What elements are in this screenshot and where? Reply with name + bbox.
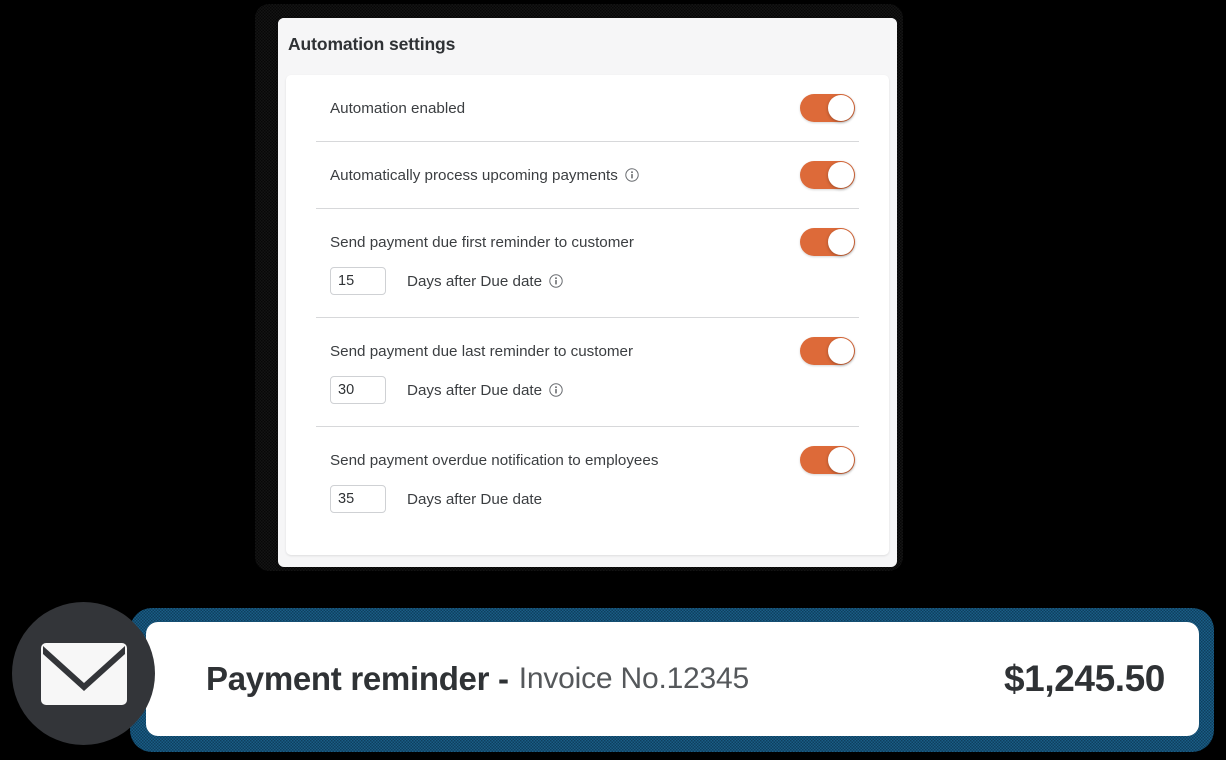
setting-label: Send payment overdue notification to emp… [330,451,659,469]
toggle-knob [828,162,854,188]
info-icon[interactable] [625,168,639,182]
row-main: Send payment overdue notification to emp… [312,427,863,493]
days-label-wrap: Days after Due date [407,273,563,290]
page-title: Automation settings [288,34,456,54]
days-row: Days after Due date [312,267,863,317]
toggle-knob [828,95,854,121]
setting-label-wrap: Automatically process upcoming payments [330,167,639,184]
banner-title: Payment reminder - [206,660,509,697]
setting-row-first-reminder: Send payment due first reminder to custo… [312,209,863,317]
days-row: Days after Due date [312,485,863,535]
info-icon[interactable] [549,383,563,397]
toggle-automation-enabled[interactable] [800,94,855,122]
setting-label: Automation enabled [330,99,466,117]
screenshot-stage: Automation settings Automation enabled A… [0,0,1226,760]
days-input-overdue-notification[interactable] [330,485,386,513]
banner-amount: $1,245.50 [1003,658,1165,699]
days-input-first-reminder[interactable] [330,267,386,295]
setting-label: Send payment due last reminder to custom… [330,342,634,360]
toggle-knob [828,338,854,364]
days-label-wrap: Days after Due date [407,382,563,399]
row-main: Send payment due first reminder to custo… [312,209,863,275]
row-main: Send payment due last reminder to custom… [312,318,863,384]
setting-label: Send payment due first reminder to custo… [330,233,634,251]
info-icon[interactable] [549,274,563,288]
toggle-knob [828,229,854,255]
envelope-icon [40,642,127,705]
days-label: Days after Due date [407,381,543,399]
days-label-wrap: Days after Due date [407,491,542,508]
toggle-last-reminder[interactable] [800,337,855,365]
automation-settings-card: Automation settings Automation enabled A… [278,18,897,567]
settings-panel: Automation enabled Automatically process… [286,75,889,555]
row-main: Automation enabled [312,75,863,141]
days-label: Days after Due date [407,490,543,508]
toggle-knob [828,447,854,473]
setting-label: Automatically process upcoming payments [330,166,618,184]
banner-invoice-number: Invoice No.12345 [518,662,749,695]
setting-row-last-reminder: Send payment due last reminder to custom… [312,318,863,426]
toggle-overdue-notification[interactable] [800,446,855,474]
row-main: Automatically process upcoming payments [312,142,863,208]
envelope-badge [12,602,155,745]
setting-row-overdue-notification: Send payment overdue notification to emp… [312,427,863,535]
days-input-last-reminder[interactable] [330,376,386,404]
toggle-auto-process-payments[interactable] [800,161,855,189]
setting-row-automation-enabled: Automation enabled [312,75,863,141]
days-label: Days after Due date [407,272,543,290]
days-row: Days after Due date [312,376,863,426]
setting-row-auto-process-payments: Automatically process upcoming payments [312,142,863,208]
payment-reminder-banner: Payment reminder - Invoice No.12345 $1,2… [146,622,1199,736]
card-header: Automation settings [278,18,897,71]
toggle-first-reminder[interactable] [800,228,855,256]
